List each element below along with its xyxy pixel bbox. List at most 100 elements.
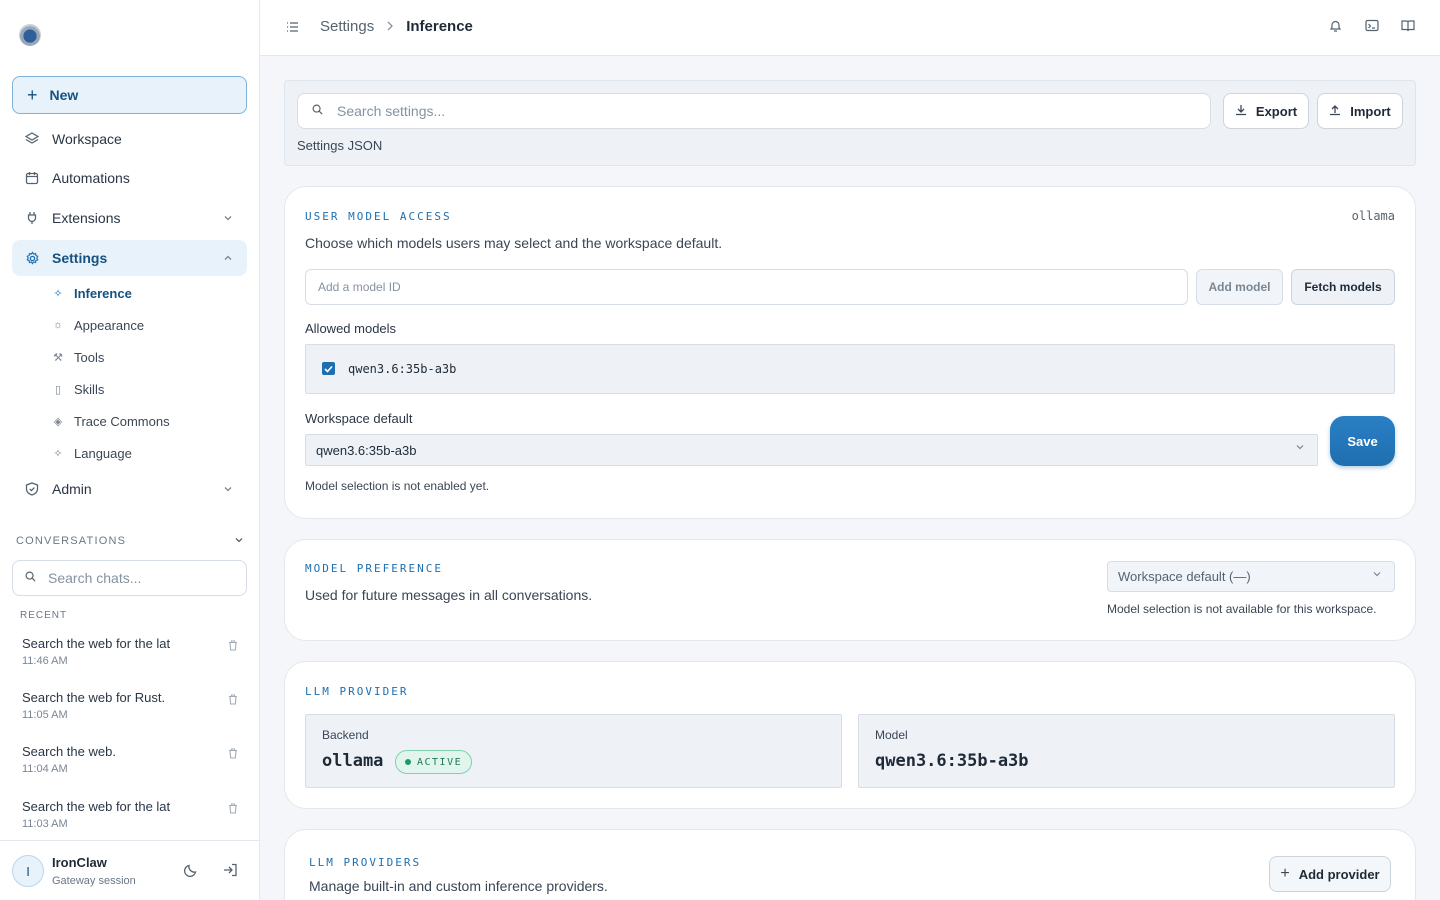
- chevron-down-icon: [1372, 569, 1382, 582]
- wrench-icon: ⚒: [53, 351, 63, 364]
- chat-title: Search the web for the lat: [22, 636, 171, 651]
- model-id-input[interactable]: Add a model ID: [305, 269, 1188, 305]
- backend-value: ollama: [322, 751, 384, 771]
- bell-icon[interactable]: [1329, 19, 1342, 36]
- sidebar-item-tools[interactable]: ⚒ Tools: [52, 344, 247, 370]
- upload-icon: [1329, 104, 1341, 119]
- plus-icon: +: [27, 85, 38, 105]
- layers-icon: [24, 131, 40, 147]
- model-checkbox[interactable]: [322, 362, 335, 375]
- settings-toolbar: Search settings... Export Import Setting…: [284, 80, 1416, 166]
- section-description: Choose which models users may select and…: [305, 235, 723, 251]
- chevron-down-icon: [234, 535, 244, 548]
- model-label: Model: [875, 728, 908, 742]
- sub-label: Language: [74, 445, 132, 461]
- trash-icon[interactable]: [228, 803, 238, 817]
- nav-label: Settings: [52, 250, 108, 266]
- terminal-icon[interactable]: [1365, 19, 1379, 35]
- sidebar-item-appearance[interactable]: ☼ Appearance: [52, 312, 247, 338]
- workspace-default-value: qwen3.6:35b-a3b: [316, 442, 417, 458]
- sidebar-item-skills[interactable]: ▯ Skills: [52, 376, 247, 402]
- shield-icon: [24, 481, 40, 497]
- sidebar: + New Workspace Automations Extensions S…: [0, 0, 260, 900]
- download-icon: [1235, 104, 1247, 119]
- chat-search-input[interactable]: Search chats...: [12, 560, 247, 596]
- new-label: New: [49, 87, 79, 103]
- add-provider-button[interactable]: + Add provider: [1269, 856, 1391, 892]
- workspace-default-select[interactable]: qwen3.6:35b-a3b: [305, 434, 1318, 466]
- sun-icon: ☼: [52, 319, 64, 331]
- trash-icon[interactable]: [228, 640, 238, 654]
- gear-icon: [24, 250, 40, 266]
- user-model-access-panel: USER MODEL ACCESS ollama Choose which mo…: [284, 186, 1416, 519]
- conversations-label: CONVERSATIONS: [16, 535, 127, 547]
- nav-item-settings[interactable]: Settings: [12, 240, 247, 276]
- fetch-models-button[interactable]: Fetch models: [1291, 269, 1395, 305]
- add-provider-label: Add provider: [1298, 866, 1380, 882]
- search-icon: [25, 571, 36, 585]
- add-model-button[interactable]: Add model: [1196, 269, 1283, 305]
- backend-card: Backend ollama ACTIVE: [305, 714, 842, 788]
- model-selection-note: Model selection is not enabled yet.: [305, 479, 490, 493]
- status-dot: [405, 759, 411, 765]
- nav-item-admin[interactable]: Admin: [12, 471, 247, 507]
- chat-item[interactable]: Search the web for the lat 11:46 AM: [22, 636, 244, 667]
- sidebar-item-inference[interactable]: ✧ Inference: [52, 280, 247, 306]
- trash-icon[interactable]: [228, 694, 238, 708]
- menu-icon[interactable]: [286, 20, 299, 36]
- breadcrumb: Settings Inference: [320, 18, 473, 35]
- chevron-down-icon: [1295, 442, 1305, 455]
- chat-item[interactable]: Search the web for Rust. 11:05 AM: [22, 690, 244, 721]
- chevron-down-icon: [223, 481, 233, 497]
- sidebar-item-trace-commons[interactable]: ◈ Trace Commons: [52, 408, 247, 434]
- section-description: Manage built-in and custom inference pro…: [309, 878, 608, 894]
- sub-label: Tools: [74, 349, 105, 365]
- import-button[interactable]: Import: [1317, 93, 1403, 129]
- moon-icon[interactable]: [183, 863, 198, 880]
- logout-icon[interactable]: [223, 863, 238, 880]
- app-logo[interactable]: [19, 24, 41, 46]
- new-button[interactable]: + New: [12, 76, 247, 114]
- llm-provider-panel: LLM PROVIDER Backend ollama ACTIVE Model…: [284, 661, 1416, 809]
- chat-time: 11:46 AM: [22, 655, 68, 667]
- nav-item-extensions[interactable]: Extensions: [12, 200, 247, 236]
- chat-item[interactable]: Search the web. 11:04 AM: [22, 744, 244, 775]
- chat-search-placeholder: Search chats...: [48, 570, 142, 586]
- settings-search-placeholder: Search settings...: [337, 103, 446, 119]
- search-icon: [312, 104, 323, 118]
- breadcrumb-settings[interactable]: Settings: [320, 18, 374, 35]
- allowed-models-label: Allowed models: [305, 321, 397, 336]
- book-icon[interactable]: [1401, 19, 1415, 35]
- recent-label: RECENT: [20, 610, 68, 621]
- model-preference-note: Model selection is not available for thi…: [1107, 602, 1377, 616]
- settings-search-input[interactable]: Search settings...: [297, 93, 1211, 129]
- nav-item-automations[interactable]: Automations: [12, 160, 247, 196]
- user-name: IronClaw: [52, 855, 107, 870]
- breadcrumb-inference: Inference: [406, 18, 473, 35]
- save-button[interactable]: Save: [1330, 416, 1395, 466]
- sub-label: Appearance: [74, 317, 145, 333]
- sparkle-icon: ✧: [53, 287, 63, 300]
- sparkle-icon: ✧: [53, 447, 63, 460]
- export-button[interactable]: Export: [1223, 93, 1309, 129]
- model-preference-panel: MODEL PREFERENCE Used for future message…: [284, 539, 1416, 641]
- chat-item[interactable]: Search the web for the lat 11:03 AM: [22, 799, 244, 830]
- trash-icon[interactable]: [228, 748, 238, 762]
- settings-json-link[interactable]: Settings JSON: [297, 138, 382, 153]
- model-preference-select[interactable]: Workspace default (—): [1107, 561, 1395, 592]
- nav-label: Automations: [52, 170, 130, 186]
- section-description: Used for future messages in all conversa…: [305, 587, 593, 603]
- chat-time: 11:03 AM: [22, 818, 68, 830]
- chevron-up-icon: [223, 250, 233, 266]
- chevron-down-icon: [223, 210, 233, 226]
- user-subtitle: Gateway session: [52, 875, 136, 887]
- sub-label: Inference: [74, 285, 132, 301]
- conversations-header[interactable]: CONVERSATIONS: [16, 535, 244, 548]
- sub-label: Trace Commons: [74, 413, 170, 429]
- sidebar-item-language[interactable]: ✧ Language: [52, 440, 247, 466]
- calendar-icon: [24, 170, 40, 186]
- user-bar: I IronClaw Gateway session: [0, 840, 259, 900]
- avatar[interactable]: I: [12, 855, 44, 887]
- section-title: LLM PROVIDERS: [309, 856, 422, 869]
- nav-item-workspace[interactable]: Workspace: [12, 121, 247, 157]
